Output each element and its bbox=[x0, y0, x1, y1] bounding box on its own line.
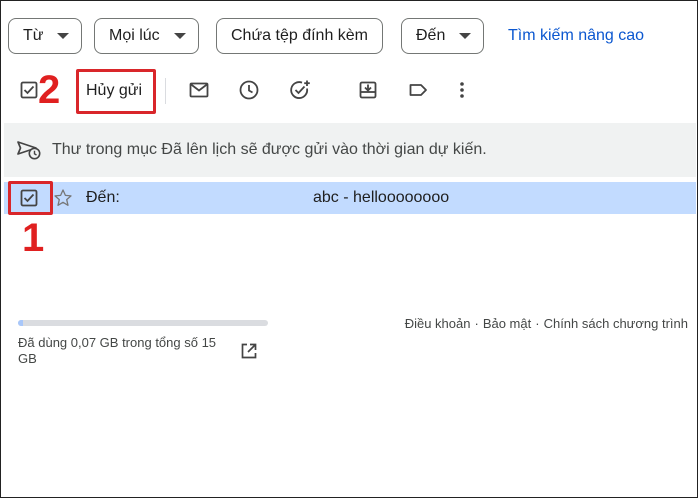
program-policies-link[interactable]: Chính sách chương trình bbox=[544, 316, 688, 331]
move-to-icon bbox=[359, 81, 377, 99]
step-2-label: 2 bbox=[38, 68, 61, 112]
time-filter-chip[interactable]: Mọi lúc bbox=[94, 18, 199, 54]
mail-icon bbox=[189, 82, 209, 98]
star-icon[interactable] bbox=[53, 188, 73, 208]
scheduled-info-banner: Thư trong mục Đã lên lịch sẽ được gửi và… bbox=[4, 123, 696, 177]
toolbar-divider bbox=[165, 78, 166, 104]
footer-links: Điều khoản · Bảo mật · Chính sách chương… bbox=[405, 316, 688, 331]
chevron-down-icon bbox=[173, 33, 186, 39]
scheduled-send-icon bbox=[17, 141, 41, 160]
more-vert-icon bbox=[460, 82, 464, 98]
terms-link[interactable]: Điều khoản bbox=[405, 316, 471, 331]
storage-bar bbox=[18, 320, 268, 326]
storage-bar-fill bbox=[18, 320, 23, 326]
snooze-button[interactable] bbox=[237, 78, 261, 102]
message-subject: abc - helloooooooo bbox=[313, 189, 450, 206]
unsend-button[interactable]: Hủy gửi bbox=[86, 82, 142, 100]
chevron-down-icon bbox=[459, 33, 472, 39]
privacy-link[interactable]: Bảo mật bbox=[483, 316, 531, 331]
add-to-tasks-button[interactable] bbox=[288, 78, 312, 102]
message-recipient: Đến: bbox=[86, 189, 120, 206]
move-to-button[interactable] bbox=[356, 78, 380, 102]
checkbox-icon bbox=[20, 81, 38, 99]
to-filter-label: Đến bbox=[416, 27, 446, 44]
attachment-filter-label: Chứa tệp đính kèm bbox=[231, 27, 369, 44]
separator: · bbox=[535, 316, 540, 331]
advanced-search-link[interactable]: Tìm kiếm nâng cao bbox=[508, 27, 644, 45]
label-icon bbox=[409, 84, 427, 96]
storage-usage-text: Đã dùng 0,07 GB trong tổng số 15 GB bbox=[18, 335, 217, 366]
message-row[interactable]: Đến: abc - helloooooooo bbox=[4, 182, 696, 214]
add-task-icon bbox=[290, 80, 310, 99]
from-filter-chip[interactable]: Từ bbox=[8, 18, 83, 54]
label-button[interactable] bbox=[406, 78, 430, 102]
time-filter-label: Mọi lúc bbox=[109, 27, 160, 44]
chevron-down-icon bbox=[57, 33, 70, 39]
banner-text: Thư trong mục Đã lên lịch sẽ được gửi và… bbox=[52, 141, 487, 158]
to-filter-chip[interactable]: Đến bbox=[401, 18, 485, 54]
open-external-icon[interactable] bbox=[240, 342, 258, 360]
clock-icon bbox=[239, 80, 259, 100]
more-options-button[interactable] bbox=[450, 78, 474, 102]
checkbox-highlight-box bbox=[8, 181, 53, 215]
separator: · bbox=[474, 316, 479, 331]
mark-read-button[interactable] bbox=[187, 78, 211, 102]
from-filter-label: Từ bbox=[23, 27, 44, 44]
attachment-filter-chip[interactable]: Chứa tệp đính kèm bbox=[216, 18, 384, 54]
step-1-label: 1 bbox=[22, 216, 45, 260]
